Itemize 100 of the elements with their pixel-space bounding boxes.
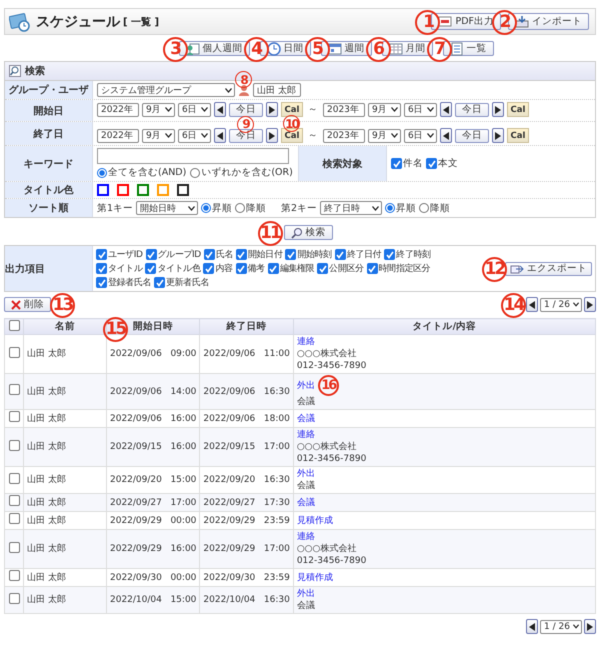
option-label: ユーザID [108,249,143,261]
option-label: いずれかを含む(OR) [201,166,293,179]
title-link[interactable]: 会議 [296,496,315,508]
content-text: 012-3456-7890 [296,555,368,567]
sort-key-select[interactable]: 開始日時 [136,201,198,215]
field-label: グループ・ユーザ [5,81,93,99]
callout-number: 8 [235,71,252,88]
search-button[interactable]: 検索 [284,225,332,240]
today-button[interactable]: 今日 [229,102,263,116]
field-label: 出力項目 [5,246,93,291]
column-header: タイトル/内容 [412,321,476,332]
option-label: 登録者氏名 [108,276,152,289]
table-cell: 2022/09/06 11:00 [203,349,290,359]
year-select[interactable]: 2022年 [97,128,139,142]
option-label: タイトル [108,263,142,275]
page-select[interactable]: 1 / 26 [540,298,582,312]
month-select[interactable]: 9月 [142,128,175,142]
content-text: 会議 [296,600,316,612]
group-select[interactable]: システム管理グループ [97,83,235,97]
title-link[interactable]: 外出 [296,380,315,392]
month-select[interactable]: 9月 [368,102,401,116]
calendar-icon[interactable]: Cal [507,102,529,117]
option-label: 内容 [215,262,233,275]
sort-key-select[interactable]: 終了日時 [320,201,382,215]
option-label: 備考 [248,262,265,275]
month-select[interactable]: 9月 [142,102,175,116]
table-cell: 2022/09/20 16:30 [203,475,290,485]
table-cell: 2022/09/06 09:00 [110,349,196,359]
column-header: 名前 [55,321,75,332]
option-label: 編集権限 [280,262,314,275]
table-cell: 山田 太郎 [27,544,66,554]
field-label: タイトル色 [5,182,93,198]
option-label: 氏名 [216,248,233,261]
calendar-icon[interactable]: Cal [281,128,303,143]
table-cell: 2022/09/30 00:00 [110,572,196,582]
title-link[interactable]: 会議 [296,412,315,424]
content-text: ○○○株式会社 [296,348,358,360]
calendar-icon[interactable]: Cal [507,128,529,143]
table-cell: 山田 太郎 [27,595,66,605]
page-title: スケジュール [36,12,120,30]
field-label: 開始日 [5,100,93,121]
title-link[interactable]: 連絡 [296,531,315,543]
option-label: 公開区分 [329,262,364,275]
day-select[interactable]: 6日 [178,102,211,116]
content-text: 012-3456-7890 [296,360,368,372]
table-cell: 2022/09/06 18:00 [203,414,290,424]
day-select[interactable]: 6日 [404,102,437,116]
table-cell: 2022/10/04 15:00 [110,595,196,605]
page-select[interactable]: 1 / 26 [540,620,582,634]
delete-button[interactable]: 削除 [4,297,51,312]
option-label: 降順 [246,202,266,214]
year-select[interactable]: 2023年 [323,102,365,116]
table-cell: 山田 太郎 [27,498,66,508]
table-cell: 2022/09/29 16:00 [110,544,196,554]
content-text: 会議 [296,480,316,492]
callout-number: 10 [283,115,300,132]
calendar-icon[interactable]: Cal [281,102,303,117]
table-cell: 2022/09/27 17:00 [110,498,196,508]
table-cell: 山田 太郎 [27,475,66,485]
option-label: 降順 [430,202,450,214]
title-link[interactable]: 連絡 [296,429,315,441]
option-label: 昇順 [396,202,416,214]
callout-number: 11 [258,220,282,246]
option-label: グループID [158,248,201,261]
today-button[interactable]: 今日 [229,128,263,142]
today-button[interactable]: 今日 [455,128,489,142]
option-label: 開始時刻 [297,248,332,261]
field-label: ソート順 [5,199,93,217]
title-link[interactable]: 外出 [296,588,315,600]
title-link[interactable]: 外出 [296,468,315,480]
day-select[interactable]: 6日 [178,128,211,142]
title-link[interactable]: 連絡 [296,336,315,348]
field-label: キーワード [5,146,93,181]
callout-number: 12 [482,256,507,282]
table-cell: 2022/09/06 14:00 [110,386,196,396]
month-select[interactable]: 9月 [368,128,401,142]
year-select[interactable]: 2023年 [323,128,365,142]
user-select[interactable]: 山田 太郎 [253,83,301,97]
title-link[interactable]: 見積作成 [296,572,333,584]
table-cell: 2022/09/15 17:00 [203,442,290,452]
option-label: 更新者氏名 [166,276,210,289]
option-label: タイトル色 [157,262,200,275]
today-button[interactable]: 今日 [455,102,489,116]
export-button[interactable]: エクスポート [505,262,592,276]
table-cell: 2022/09/20 15:00 [110,475,196,485]
year-select[interactable]: 2022年 [97,102,139,116]
range-separator: ～ [308,103,318,116]
option-label: 件名 [403,157,423,170]
callout-number: 1 [415,10,440,34]
option-label: 開始日付 [248,248,282,261]
table-cell: 山田 太郎 [27,572,66,582]
column-header: 開始日時 [133,321,174,332]
title-link[interactable]: 見積作成 [296,514,333,526]
content-text: 012-3456-7890 [296,453,368,465]
table-cell: 山田 太郎 [27,442,66,452]
option-label: 時間指定区分 [378,262,430,275]
content-text: 会議 [296,396,316,408]
range-separator: ～ [308,129,318,142]
day-select[interactable]: 6日 [404,128,437,142]
option-label: 本文 [438,157,458,170]
